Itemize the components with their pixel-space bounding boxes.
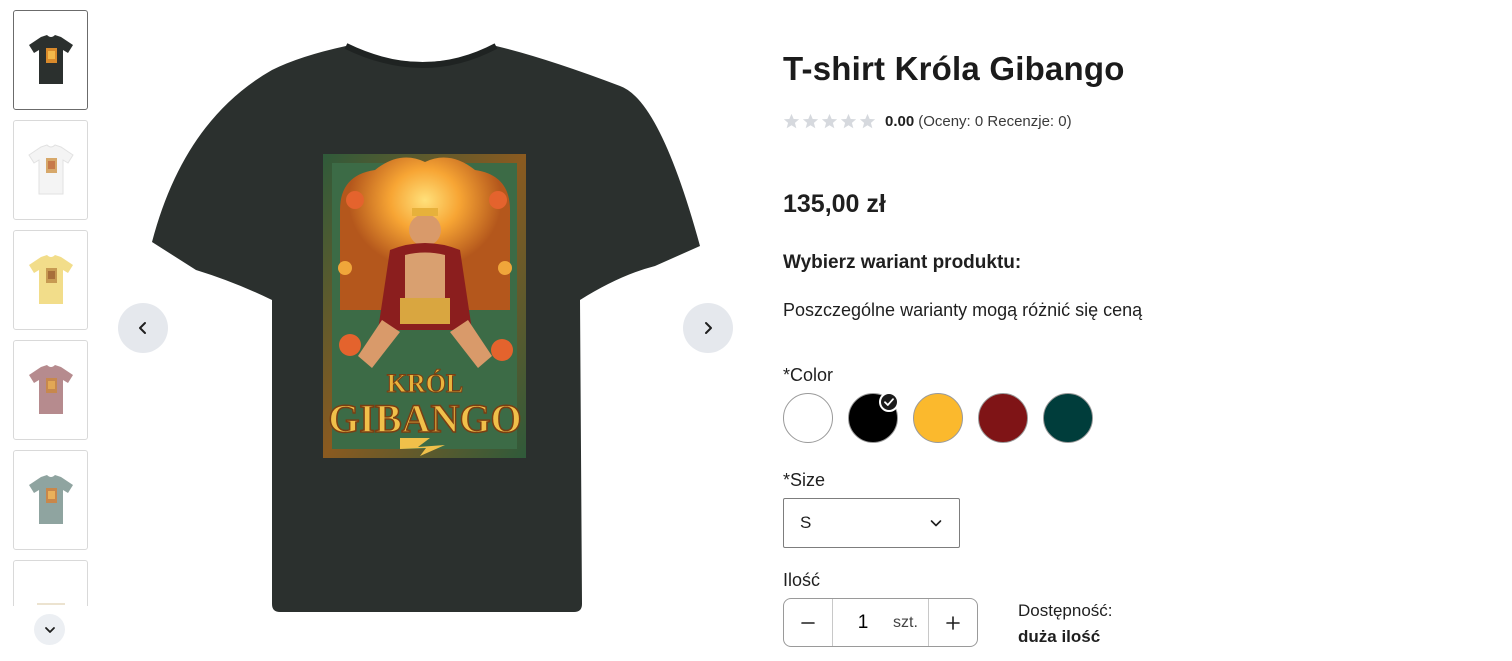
tshirt-thumbnail-icon [28,365,73,414]
thumbnail-yellow-shirt[interactable] [13,230,88,330]
star-icon [859,113,876,129]
quantity-input[interactable] [833,611,893,634]
tshirt-thumbnail-icon [28,475,73,524]
color-swatch-dark-green[interactable] [1043,393,1093,443]
decrease-quantity-button[interactable] [784,599,832,646]
thumbnail-black-shirt[interactable] [13,10,88,110]
availability: Dostępność: duża ilość [1018,601,1113,647]
size-select-value: S [800,513,812,532]
document-thumbnail-icon [36,603,65,605]
next-image-button[interactable] [683,303,733,353]
product-image-stage: KRÓL GIBANGO [100,0,760,661]
variant-note: Poszczególne warianty mogą różnić się ce… [783,300,1143,320]
rating-stars[interactable] [783,113,876,130]
quantity-label: Ilość [783,570,821,590]
thumbnail-size-chart[interactable] [13,560,88,606]
product-title: T-shirt Króla Gibango [783,50,1125,87]
chevron-left-icon [139,322,146,334]
color-swatches [783,392,1093,443]
tshirt-thumbnail-icon [27,144,74,195]
plus-icon [946,615,960,630]
color-swatch-black[interactable] [848,392,899,443]
size-label: *Size [783,470,826,490]
chevron-right-icon [705,322,712,334]
quantity-field: szt. [832,599,929,646]
rating-meta: (Oceny: 0 Recenzje: 0) [918,113,1072,130]
print-title-bottom: GIBANGO [328,396,521,441]
print-title-top: KRÓL [387,369,464,398]
product-price: 135,00 zł [783,190,886,218]
color-swatch-yellow[interactable] [913,393,963,443]
availability-label: Dostępność: [1018,601,1113,620]
quantity-stepper: szt. [783,598,978,647]
increase-quantity-button[interactable] [929,599,977,646]
size-select[interactable]: S [783,498,960,548]
thumbnail-list [13,10,89,606]
star-icon [802,113,819,129]
thumbnail-white-shirt[interactable] [13,120,88,220]
color-swatch-white[interactable] [783,393,833,443]
rating-value: 0.00 [885,113,915,130]
color-swatch-burgundy[interactable] [978,393,1028,443]
chevron-down-icon [44,626,55,633]
thumbnail-mauve-shirt[interactable] [13,340,88,440]
chevron-down-icon [930,520,942,527]
thumbnail-sage-shirt[interactable] [13,450,88,550]
minus-icon [801,621,815,624]
color-label: *Color [783,365,834,385]
tshirt-thumbnail-icon [28,35,73,84]
star-icon [821,113,838,129]
check-icon [879,392,899,412]
thumbnails-scroll-down-button[interactable] [34,614,65,645]
star-icon [783,113,800,129]
variant-heading: Wybierz wariant produktu: [783,252,1022,273]
product-rating: 0.00 (Oceny: 0 Recenzje: 0) [783,113,1072,130]
availability-value: duża ilość [1018,627,1101,646]
quantity-unit: szt. [893,613,918,631]
previous-image-button[interactable] [118,303,168,353]
star-icon [840,113,857,129]
tshirt-product-image: KRÓL GIBANGO [152,43,700,612]
tshirt-thumbnail-icon [28,255,73,304]
